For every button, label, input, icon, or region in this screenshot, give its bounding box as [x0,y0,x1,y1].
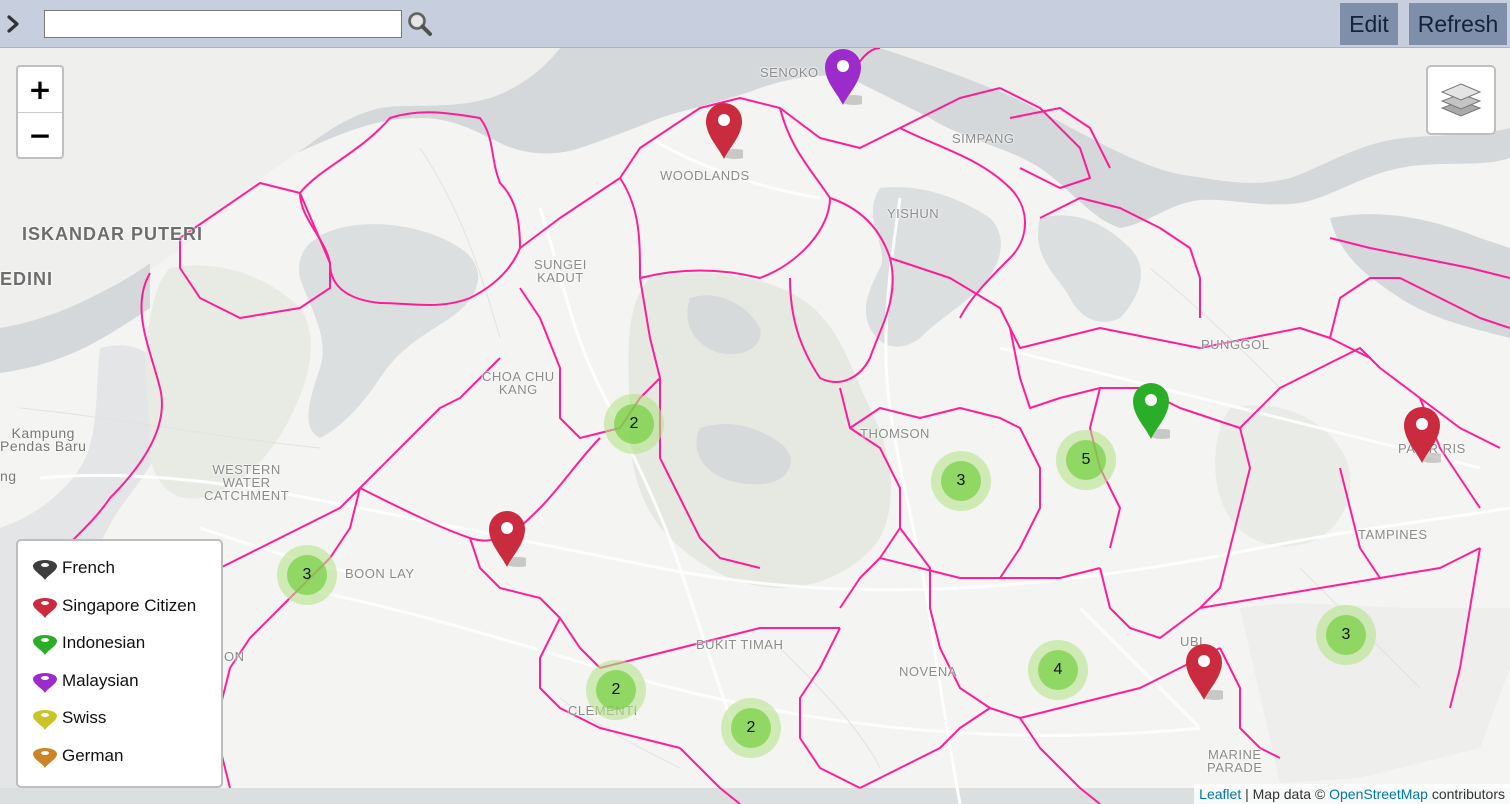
zoom-control: + − [16,65,64,159]
legend-item-singapore-citizen: Singapore Citizen [18,593,221,631]
layers-icon [1440,83,1482,117]
map-marker-indonesian[interactable] [1132,382,1176,440]
refresh-button[interactable]: Refresh [1409,3,1507,45]
map-pin-icon [706,103,749,159]
cluster-count: 5 [1066,440,1106,480]
legend-pin-icon [33,747,57,768]
map-pin-icon [1404,407,1447,463]
marker-cluster[interactable]: 4 [1028,640,1088,700]
map-marker-singapore-citizen[interactable] [705,102,749,160]
cluster-count: 2 [596,670,636,710]
marker-cluster[interactable]: 5 [1056,430,1116,490]
cluster-count: 3 [941,461,981,501]
attribution-separator: | Map data © [1241,786,1330,802]
legend-pin-icon [33,672,57,693]
marker-cluster[interactable]: 3 [277,545,337,605]
map-pin-icon [1133,383,1176,439]
openstreetmap-link[interactable]: OpenStreetMap [1329,786,1428,802]
map-pin-icon [825,49,868,105]
marker-cluster[interactable]: 2 [586,660,646,720]
search-input[interactable] [44,10,402,38]
marker-cluster[interactable]: 3 [931,451,991,511]
legend-pin-icon [33,597,57,618]
map-pin-icon [1186,644,1229,700]
edit-button[interactable]: Edit [1340,3,1398,45]
leaflet-link[interactable]: Leaflet [1199,786,1241,802]
sidebar-toggle-button[interactable] [4,12,24,36]
map-tiles [0,48,1510,804]
map-pin-icon [489,511,532,567]
cluster-count: 2 [614,404,654,444]
marker-cluster[interactable]: 2 [721,698,781,758]
attribution-suffix: contributors [1427,786,1505,802]
search-button[interactable] [406,10,434,38]
map-attribution: Leaflet | Map data © OpenStreetMap contr… [1194,784,1510,804]
zoom-in-button[interactable]: + [18,67,62,113]
legend-item-malaysian: Malaysian [18,668,221,706]
legend-label: Malaysian [62,670,139,690]
zoom-out-button[interactable]: − [18,113,62,158]
legend-label: Swiss [62,708,107,727]
map-marker-malaysian[interactable] [824,48,868,106]
legend-item-german: German [18,743,221,781]
legend-item-indonesian: Indonesian [18,630,221,668]
legend-pin-icon [33,560,57,580]
legend-label: Indonesian [62,633,146,652]
legend-pin-icon [33,710,57,730]
map-marker-singapore-citizen[interactable] [488,510,532,568]
nationality-legend: French Singapore Citizen Indonesian Mala… [16,539,223,788]
layers-control-button[interactable] [1426,65,1496,135]
search-icon [408,12,432,36]
legend-label: Singapore Citizen [62,595,197,615]
cluster-count: 3 [287,555,327,595]
legend-label: French [62,558,115,577]
chevron-right-icon [7,15,19,33]
legend-item-swiss: Swiss [18,705,221,743]
marker-cluster[interactable]: 2 [604,394,664,454]
legend-label: German [62,745,124,765]
map-marker-singapore-citizen[interactable] [1403,406,1447,464]
app-root: Edit Refresh SENOKO SIMPANG WOODLANDS YI… [0,0,1510,804]
top-toolbar: Edit Refresh [0,0,1510,48]
cluster-count: 4 [1038,650,1078,690]
map-view[interactable]: SENOKO SIMPANG WOODLANDS YISHUN ISKANDAR… [0,48,1510,804]
cluster-count: 2 [731,708,771,748]
legend-item-french: French [18,555,221,593]
cluster-count: 3 [1326,615,1366,655]
map-marker-singapore-citizen[interactable] [1185,643,1229,701]
marker-cluster[interactable]: 3 [1316,605,1376,665]
legend-pin-icon [33,635,57,655]
